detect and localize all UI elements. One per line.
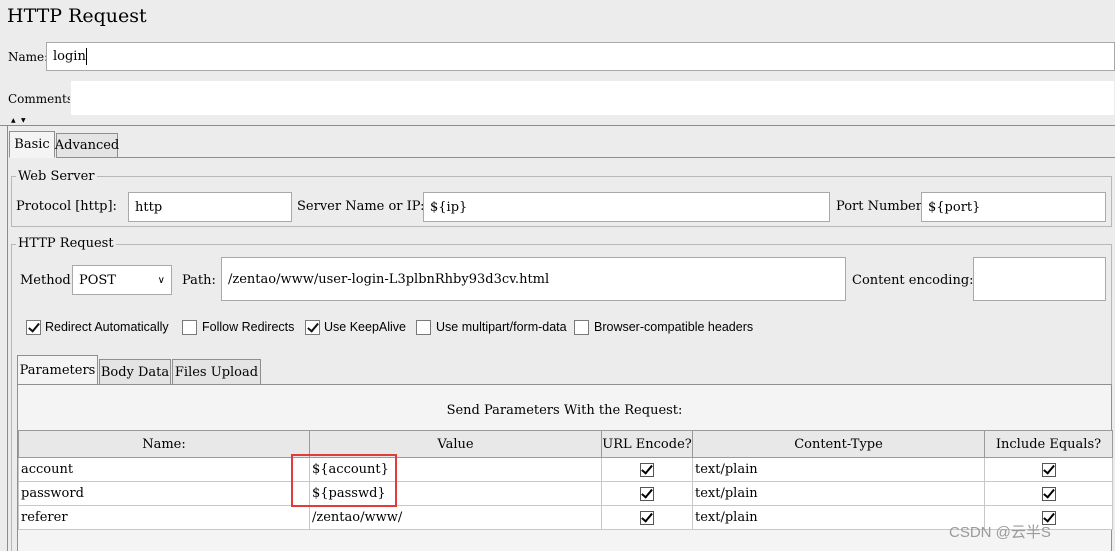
column-header-name[interactable]: Name: [18,430,310,458]
url-encode-cell[interactable] [601,505,693,530]
parameters-table: Name: Value URL Encode? Content-Type Inc… [18,430,1113,530]
content-type-cell[interactable]: text/plain [692,481,985,506]
use-keepalive-checkbox[interactable] [305,320,320,335]
table-row[interactable]: password ${passwd} text/plain [18,481,1113,506]
redirect-automatically-label: Redirect Automatically [45,320,169,334]
tab-basic[interactable]: Basic [9,131,55,158]
url-encode-cell[interactable] [601,481,693,506]
left-border-line [7,125,8,551]
collapse-down-icon: ▼ [21,117,26,124]
chevron-down-icon: ∨ [157,274,165,286]
browser-compatible-checkbox[interactable] [574,320,589,335]
redirect-automatically-checkbox[interactable] [26,320,41,335]
url-encode-checkbox[interactable] [640,462,654,477]
protocol-value: http [135,199,163,215]
url-encode-checkbox[interactable] [640,486,654,501]
tab-files-upload[interactable]: Files Upload [172,359,261,385]
include-equals-cell[interactable] [984,457,1113,482]
encoding-input[interactable] [973,257,1106,301]
watermark: CSDN @云半S [949,524,1051,541]
params-caption: Send Parameters With the Request: [446,403,683,418]
use-keepalive-label: Use KeepAlive [324,320,406,334]
content-type-cell[interactable]: text/plain [692,505,985,530]
method-select[interactable]: POST ∨ [72,265,172,295]
url-encode-checkbox[interactable] [640,510,654,525]
path-input[interactable]: /zentao/www/user-login-L3plbnRhby93d3cv.… [221,257,846,301]
panel-title: HTTP Request [7,5,147,27]
server-label: Server Name or IP: [297,199,425,214]
column-header-content-type[interactable]: Content-Type [692,430,985,458]
collapse-up-icon: ▲ [11,117,16,124]
tab-files-upload-label: Files Upload [174,364,259,380]
param-name-cell[interactable]: account [18,457,310,482]
include-equals-cell[interactable] [984,481,1113,506]
tab-strip-line [118,157,1115,158]
column-header-include-equals[interactable]: Include Equals? [984,430,1113,458]
browser-compatible-label: Browser-compatible headers [594,320,754,334]
table-header-row: Name: Value URL Encode? Content-Type Inc… [18,430,1113,458]
tab-parameters[interactable]: Parameters [17,355,98,385]
follow-redirects-checkbox[interactable] [182,320,197,335]
highlight-annotation-box [291,454,397,507]
include-equals-checkbox[interactable] [1041,486,1056,501]
tab-body-data-label: Body Data [100,364,170,380]
use-multipart-label: Use multipart/form-data [436,320,567,334]
server-input[interactable]: ${ip} [423,192,830,222]
splitter-handle[interactable]: ▲ ▼ [0,117,1115,125]
path-value: /zentao/www/user-login-L3plbnRhby93d3cv.… [228,271,550,287]
protocol-label: Protocol [http]: [16,199,117,214]
tab-basic-label: Basic [14,137,50,152]
tab-body-data[interactable]: Body Data [99,359,171,385]
server-value: ${ip} [430,199,468,215]
column-header-url-encode[interactable]: URL Encode? [601,430,693,458]
method-label: Method: [20,273,76,288]
tab-advanced-label: Advanced [54,138,120,153]
port-label: Port Number: [836,199,927,214]
content-type-cell[interactable]: text/plain [692,457,985,482]
follow-redirects-label: Follow Redirects [202,320,295,334]
tab-advanced[interactable]: Advanced [54,133,120,158]
param-name-cell[interactable]: referer [18,505,310,530]
protocol-input[interactable]: http [128,192,292,222]
http-request-legend: HTTP Request [16,236,116,251]
include-equals-checkbox[interactable] [1041,462,1056,477]
path-label: Path: [182,273,216,288]
table-row[interactable]: account ${account} text/plain [18,457,1113,482]
splitter-line [0,125,1115,126]
name-input-value: login [53,49,86,64]
encoding-label: Content encoding: [852,273,974,288]
port-value: ${port} [928,199,981,215]
name-label: Name: [8,50,49,64]
use-multipart-checkbox[interactable] [416,320,431,335]
tab-parameters-label: Parameters [19,362,96,378]
port-input[interactable]: ${port} [921,192,1106,222]
comments-input[interactable] [70,80,1115,116]
web-server-legend: Web Server [16,169,97,184]
url-encode-cell[interactable] [601,457,693,482]
param-value-cell[interactable]: /zentao/www/ [309,505,602,530]
comments-label: Comments: [8,92,78,106]
text-cursor [85,48,87,65]
name-input[interactable]: login [46,42,1115,71]
param-name-cell[interactable]: password [18,481,310,506]
method-value: POST [79,272,116,288]
